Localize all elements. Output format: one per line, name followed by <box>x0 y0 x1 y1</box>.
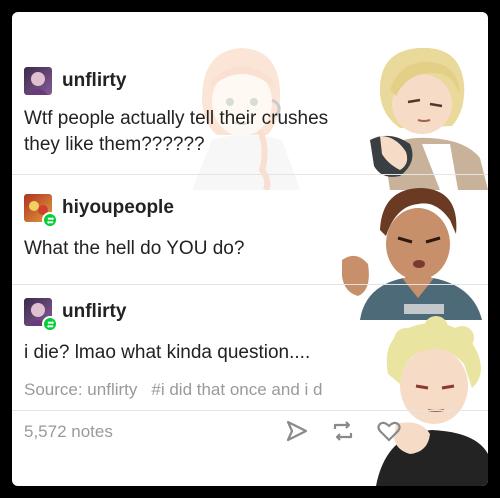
avatar[interactable] <box>24 298 58 332</box>
avatar[interactable] <box>24 194 58 228</box>
avatar-image <box>28 72 48 95</box>
post-1-text-line-1: Wtf people actually tell their crushes <box>24 108 329 129</box>
reblog-icon[interactable] <box>330 418 356 444</box>
tag-link[interactable]: #i did that once and i d <box>151 380 322 399</box>
username[interactable]: hiyoupeople <box>62 197 174 219</box>
notes-count[interactable]: 5,572 notes <box>24 422 113 442</box>
post-2-text: What the hell do YOU do? <box>24 238 245 259</box>
post-meta: Source: unflirty #i did that once and i d <box>24 380 322 400</box>
brown-hair-boy-illustration <box>342 188 482 320</box>
post-1-text-line-2: they like them?????? <box>24 134 205 155</box>
like-icon[interactable] <box>376 418 402 444</box>
username[interactable]: unflirty <box>62 301 126 323</box>
avatar[interactable] <box>24 67 52 95</box>
username[interactable]: unflirty <box>62 70 126 92</box>
divider <box>12 284 488 285</box>
divider <box>12 410 488 411</box>
post-3-text: i die? lmao what kinda question.... <box>24 342 311 363</box>
share-icon[interactable] <box>284 418 310 444</box>
reblog-badge-icon <box>42 212 58 228</box>
post-2-header: hiyoupeople <box>24 194 174 228</box>
post-1-header: unflirty <box>24 67 126 95</box>
tumblr-post-card: unflirty Wtf people actually tell their … <box>12 12 488 486</box>
post-3-header: unflirty <box>24 298 126 332</box>
blond-boy-illustration <box>370 47 488 190</box>
curly-blond-boy-illustration <box>376 316 488 486</box>
divider <box>12 174 488 175</box>
reblog-badge-icon <box>42 316 58 332</box>
source-link[interactable]: Source: unflirty <box>24 380 137 399</box>
